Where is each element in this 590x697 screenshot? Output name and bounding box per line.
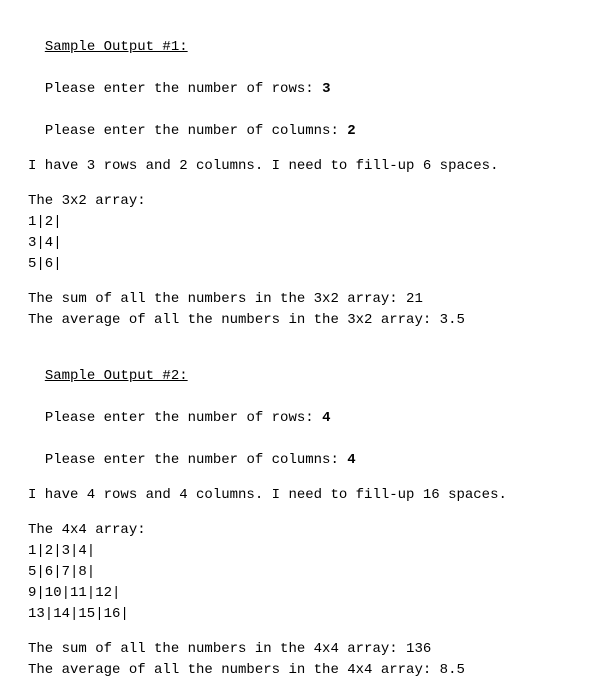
sample-2-cols-value: 4 bbox=[347, 452, 355, 468]
sample-2-heading: Sample Output #2: bbox=[45, 368, 188, 384]
sample-2-array-row: 5|6|7|8| bbox=[28, 562, 562, 583]
sample-1-cols-prompt: Please enter the number of columns: bbox=[45, 123, 347, 139]
sample-2-array-row: 1|2|3|4| bbox=[28, 541, 562, 562]
sample-1-avg-line: The average of all the numbers in the 3x… bbox=[28, 310, 562, 331]
sample-2-rows-value: 4 bbox=[322, 410, 330, 426]
sample-1-sum-line: The sum of all the numbers in the 3x2 ar… bbox=[28, 289, 562, 310]
sample-1-heading: Sample Output #1: bbox=[45, 39, 188, 55]
sample-1-array-row: 1|2| bbox=[28, 212, 562, 233]
sample-2-array-row: 13|14|15|16| bbox=[28, 604, 562, 625]
sample-1-array-row: 5|6| bbox=[28, 254, 562, 275]
sample-2-info: I have 4 rows and 4 columns. I need to f… bbox=[28, 485, 562, 506]
sample-2-rows-prompt: Please enter the number of rows: bbox=[45, 410, 322, 426]
sample-2-array-label: The 4x4 array: bbox=[28, 520, 562, 541]
sample-2-cols-prompt: Please enter the number of columns: bbox=[45, 452, 347, 468]
sample-1-rows-value: 3 bbox=[322, 81, 330, 97]
sample-1-cols-value: 2 bbox=[347, 123, 355, 139]
sample-1-info: I have 3 rows and 2 columns. I need to f… bbox=[28, 156, 562, 177]
sample-1-array-label: The 3x2 array: bbox=[28, 191, 562, 212]
sample-1-array-row: 3|4| bbox=[28, 233, 562, 254]
sample-2-array-row: 9|10|11|12| bbox=[28, 583, 562, 604]
sample-2-sum-line: The sum of all the numbers in the 4x4 ar… bbox=[28, 639, 562, 660]
sample-1-rows-prompt: Please enter the number of rows: bbox=[45, 81, 322, 97]
sample-2-avg-line: The average of all the numbers in the 4x… bbox=[28, 660, 562, 681]
